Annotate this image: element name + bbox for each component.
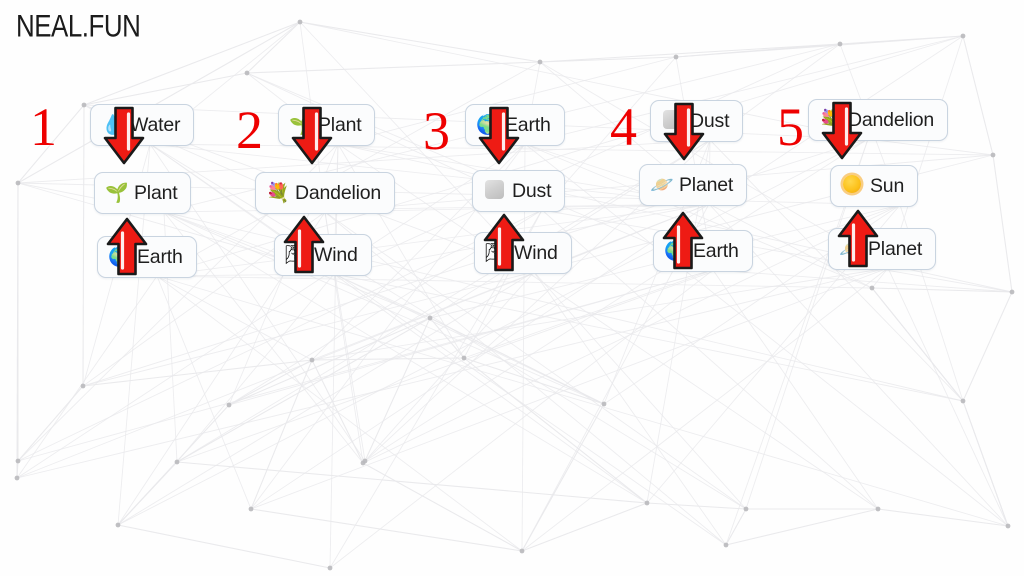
card-input-top-step-4[interactable]: Dust [650,100,744,142]
card-input-top-step-5[interactable]: 💐 Dandelion [808,99,949,141]
card-input-bottom-step-5[interactable]: 🪐 Planet [828,228,937,270]
card-input-bottom-step-3[interactable]: 🌬 Wind [474,232,572,274]
element-label: Earth [137,245,183,268]
water-drop-emoji: 💧 [101,114,125,136]
seedling-emoji: 🌱 [105,182,129,204]
card-result-step-5[interactable]: Sun [830,165,919,207]
element-label: Planet [679,173,734,196]
step-number-1: 1 [30,97,57,157]
seedling-emoji: 🌱 [289,114,313,136]
element-label: Planet [868,237,923,260]
element-label: Wind [314,243,358,266]
earth-globe-emoji: 🌍 [108,246,132,268]
wind-emoji: 🌬 [485,242,510,264]
card-result-step-2[interactable]: 💐 Dandelion [255,172,396,214]
card-input-bottom-step-4[interactable]: 🌍 Earth [653,230,753,272]
element-label: Earth [693,239,739,262]
step-number-2: 2 [236,100,263,160]
sun-swatch [843,175,861,193]
card-input-bottom-step-2[interactable]: 🌬 Wind [274,234,372,276]
card-result-step-1[interactable]: 🌱 Plant [94,172,192,214]
element-label: Earth [505,113,551,136]
element-label: Dandelion [848,108,935,131]
card-input-top-step-2[interactable]: 🌱 Plant [278,104,376,146]
wind-emoji: 🌬 [285,244,310,266]
ringed-planet-emoji: 🪐 [650,174,674,196]
dust-fog-emoji [483,179,505,203]
earth-globe-emoji: 🌍 [664,240,688,262]
element-label: Sun [870,174,905,197]
sun-emoji [841,175,863,197]
dust-swatch [662,109,682,129]
neal-fun-logo[interactable]: NEAL.FUN [16,8,141,45]
step-number-5: 5 [777,97,804,157]
step-number-4: 4 [610,97,637,157]
dust-fog-emoji [661,109,683,133]
white-flower-emoji: 💐 [266,182,290,204]
step-number-3: 3 [423,101,450,161]
element-label: Water [130,113,181,136]
element-label: Plant [318,113,362,136]
card-input-bottom-step-1[interactable]: 🌍 Earth [97,236,197,278]
card-result-step-3[interactable]: Dust [472,170,566,212]
card-input-top-step-3[interactable]: 🌍 Earth [465,104,565,146]
infinite-craft-screenshot: NEAL.FUN 1 💧 Water 🌱 Plant 🌍 Earth 2 🌱 Plant 💐 Dand… [0,0,1024,576]
element-label: Dandelion [295,181,382,204]
element-label: Dust [690,109,730,132]
element-label: Plant [134,181,178,204]
earth-globe-emoji: 🌍 [476,114,500,136]
card-input-top-step-1[interactable]: 💧 Water [90,104,195,146]
white-flower-emoji: 💐 [819,109,843,131]
background-network-graph [14,19,1015,571]
card-result-step-4[interactable]: 🪐 Planet [639,164,748,206]
element-label: Dust [512,179,552,202]
element-label: Wind [514,241,558,264]
ringed-planet-emoji: 🪐 [839,238,863,260]
dust-swatch [484,179,504,199]
